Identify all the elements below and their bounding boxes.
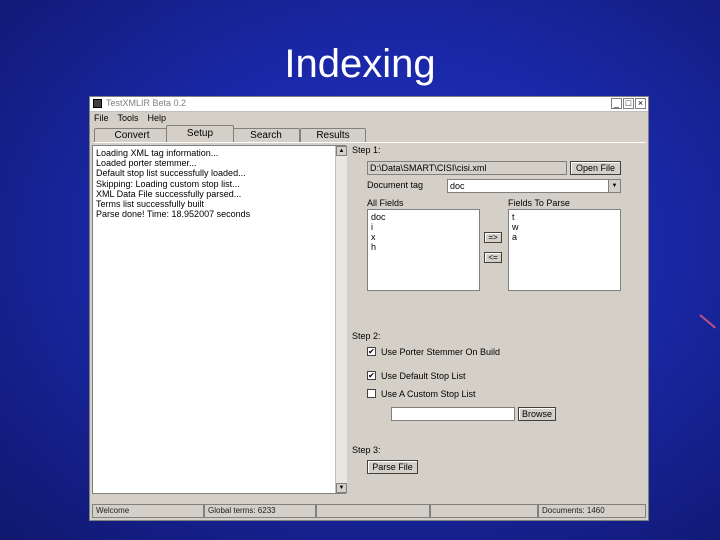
doc-tag-value: doc	[450, 181, 465, 191]
porter-stemmer-label: Use Porter Stemmer On Build	[381, 347, 501, 357]
list-item[interactable]: h	[371, 242, 476, 252]
window-controls: _ □ ×	[611, 98, 646, 109]
status-cell-empty	[430, 504, 538, 518]
browse-button[interactable]: Browse	[518, 407, 556, 421]
menu-bar: File Tools Help	[94, 113, 166, 125]
custom-stop-list-path[interactable]	[391, 407, 515, 421]
app-icon	[93, 99, 102, 108]
step2-heading: Step 2:	[352, 331, 381, 341]
check-icon: ✔	[368, 371, 375, 380]
tab-search[interactable]: Search	[232, 128, 300, 142]
menu-file[interactable]: File	[94, 113, 109, 125]
app-window: TestXMLIR Beta 0.2 _ □ × File Tools Help…	[89, 96, 649, 521]
status-cell-empty	[316, 504, 430, 518]
tab-setup[interactable]: Setup	[166, 125, 234, 142]
log-line: Loaded porter stemmer...	[96, 158, 197, 169]
custom-stop-list-label: Use A Custom Stop List	[381, 389, 476, 399]
list-item[interactable]: t	[512, 212, 617, 222]
status-documents: Documents: 1460	[538, 504, 646, 518]
status-bar: Welcome Global terms: 6233 Documents: 14…	[92, 504, 646, 518]
check-icon: ✔	[368, 347, 375, 356]
add-field-button[interactable]: =>	[484, 232, 502, 243]
maximize-button[interactable]: □	[623, 98, 634, 109]
decorative-line	[699, 314, 716, 329]
menu-help[interactable]: Help	[148, 113, 167, 125]
file-path-field[interactable]: D:\Data\SMART\CISI\cisi.xml	[367, 161, 567, 175]
minimize-button[interactable]: _	[611, 98, 622, 109]
fields-to-parse-label: Fields To Parse	[508, 198, 570, 208]
tab-convert[interactable]: Convert	[94, 128, 170, 142]
tab-divider	[94, 142, 646, 143]
log-lines: Loading XML tag information... Loaded po…	[96, 148, 250, 219]
log-line: XML Data File successfully parsed...	[96, 188, 242, 199]
parse-file-button[interactable]: Parse File	[367, 460, 418, 474]
fields-to-parse-list[interactable]: t w a	[508, 209, 621, 291]
log-line: Loading XML tag information...	[96, 148, 219, 158]
log-output[interactable]: Loading XML tag information... Loaded po…	[92, 145, 347, 494]
porter-stemmer-checkbox[interactable]: ✔	[367, 347, 376, 356]
all-fields-list[interactable]: doc i x h	[367, 209, 480, 291]
menu-tools[interactable]: Tools	[118, 113, 139, 125]
log-line: Parse done! Time: 18.952007 seconds	[96, 209, 251, 220]
window-title: TestXMLIR Beta 0.2	[106, 98, 187, 108]
list-item[interactable]: doc	[371, 212, 476, 222]
all-fields-label: All Fields	[367, 198, 404, 208]
step1-heading: Step 1:	[352, 145, 381, 155]
slide-title: Indexing	[284, 42, 436, 86]
doc-tag-label: Document tag	[367, 180, 424, 190]
default-stop-list-checkbox[interactable]: ✔	[367, 371, 376, 380]
tab-results[interactable]: Results	[300, 128, 366, 142]
chevron-down-icon[interactable]: ▼	[608, 180, 620, 192]
status-message: Welcome	[92, 504, 204, 518]
doc-tag-select[interactable]: doc ▼	[447, 179, 621, 193]
list-item[interactable]: a	[512, 232, 617, 242]
list-item[interactable]: x	[371, 232, 476, 242]
log-line: Terms list successfully built	[96, 199, 205, 210]
status-global-terms: Global terms: 6233	[204, 504, 316, 518]
scroll-down-icon[interactable]: ▼	[336, 483, 347, 493]
title-bar[interactable]: TestXMLIR Beta 0.2 _ □ ×	[90, 97, 648, 112]
close-button[interactable]: ×	[635, 98, 646, 109]
custom-stop-list-checkbox[interactable]	[367, 389, 376, 398]
step3-heading: Step 3:	[352, 445, 381, 455]
log-scrollbar[interactable]: ▲ ▼	[335, 146, 347, 493]
scroll-up-icon[interactable]: ▲	[336, 146, 347, 156]
remove-field-button[interactable]: <=	[484, 252, 502, 263]
list-item[interactable]: w	[512, 222, 617, 232]
log-line: Default stop list successfully loaded...	[96, 168, 246, 179]
default-stop-list-label: Use Default Stop List	[381, 371, 466, 381]
open-file-button[interactable]: Open File	[570, 161, 621, 175]
log-line: Skipping: Loading custom stop list...	[96, 178, 240, 189]
list-item[interactable]: i	[371, 222, 476, 232]
